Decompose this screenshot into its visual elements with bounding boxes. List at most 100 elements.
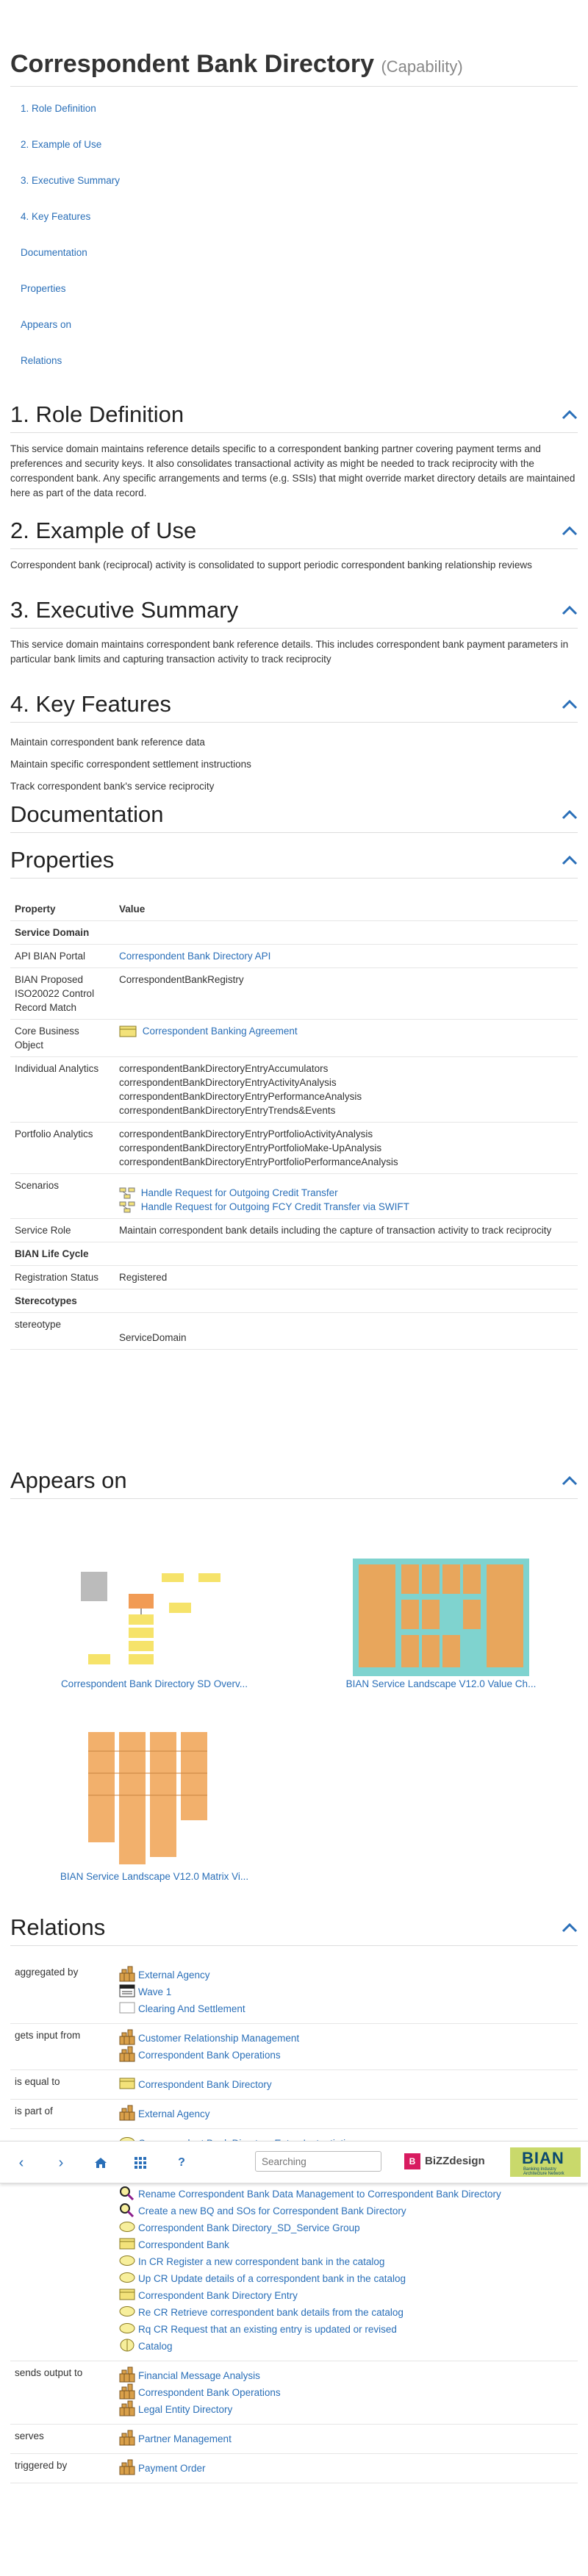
- relation-link[interactable]: Correspondent Bank Directory_SD_Service …: [138, 2222, 360, 2233]
- collapse-chevron-icon[interactable]: [562, 526, 578, 536]
- magnifier-icon: [119, 2203, 135, 2219]
- relation-link[interactable]: Correspondent Bank Operations: [138, 2387, 281, 2398]
- toc-link-documentation[interactable]: Documentation: [21, 247, 87, 258]
- section-heading: Properties: [10, 847, 115, 873]
- relation-item[interactable]: Correspondent Bank Operations: [119, 2046, 573, 2064]
- collapse-chevron-icon[interactable]: [562, 409, 578, 420]
- collapse-chevron-icon[interactable]: [562, 1475, 578, 1486]
- relation-item[interactable]: Catalog: [119, 2338, 573, 2355]
- relation-link[interactable]: Financial Message Analysis: [138, 2370, 260, 2381]
- toc-link-example-of-use[interactable]: 2. Example of Use: [21, 139, 101, 150]
- relation-item[interactable]: External Agency: [119, 2105, 573, 2122]
- relation-item[interactable]: Financial Message Analysis: [119, 2366, 573, 2384]
- relation-link[interactable]: External Agency: [138, 2108, 210, 2119]
- relation-link[interactable]: Correspondent Bank Directory Entry: [138, 2290, 298, 2301]
- home-icon[interactable]: [93, 2155, 109, 2171]
- relation-item[interactable]: Re CR Retrieve correspondent bank detail…: [119, 2304, 573, 2321]
- section-header-documentation: Documentation: [10, 801, 578, 833]
- toc-link-key-features[interactable]: 4. Key Features: [21, 211, 90, 222]
- relation-item[interactable]: Payment Order: [119, 2459, 573, 2477]
- relation-item[interactable]: Customer Relationship Management: [119, 2029, 573, 2047]
- oval-icon: [119, 2255, 135, 2269]
- diagram-thumbnail[interactable]: Correspondent Bank Directory SD Overv...: [44, 1566, 265, 1689]
- relation-item[interactable]: Correspondent Bank Directory Entry: [119, 2287, 573, 2304]
- toc-link-appears-on[interactable]: Appears on: [21, 319, 71, 330]
- relation-link[interactable]: Customer Relationship Management: [138, 2033, 299, 2044]
- relation-link[interactable]: Correspondent Bank: [138, 2239, 229, 2250]
- help-icon[interactable]: ?: [173, 2155, 190, 2171]
- key-feature-item: Track correspondent bank's service recip…: [10, 781, 215, 792]
- relation-item[interactable]: Correspondent Bank Operations: [119, 2383, 573, 2401]
- relation-link[interactable]: Catalog: [138, 2341, 173, 2352]
- section-heading: 4. Key Features: [10, 691, 171, 717]
- toc-link-role-definition[interactable]: 1. Role Definition: [21, 103, 96, 114]
- toc-link-properties[interactable]: Properties: [21, 283, 66, 294]
- collapse-chevron-icon[interactable]: [562, 1922, 578, 1933]
- relation-link[interactable]: Clearing And Settlement: [138, 2003, 245, 2014]
- relation-link[interactable]: Rq CR Request that an existing entry is …: [138, 2324, 397, 2335]
- bizzdesign-logo[interactable]: B BiZZdesign: [404, 2153, 485, 2169]
- collapse-chevron-icon[interactable]: [562, 809, 578, 820]
- collapse-chevron-icon[interactable]: [562, 605, 578, 615]
- scenario-link[interactable]: Handle Request for Outgoing Credit Trans…: [141, 1187, 338, 1198]
- diagram-caption[interactable]: Correspondent Bank Directory SD Overv...: [61, 1678, 248, 1689]
- diagram-caption[interactable]: BIAN Service Landscape V12.0 Matrix Vi..…: [60, 1871, 248, 1882]
- toc-link-executive-summary[interactable]: 3. Executive Summary: [21, 175, 120, 186]
- bian-logo[interactable]: BIAN Banking Industry Architecture Netwo…: [510, 2147, 581, 2177]
- section-header-role-definition: 1. Role Definition: [10, 401, 578, 433]
- relations-table: aggregated by External Agency Wave 1 Cleari…: [10, 1961, 578, 2483]
- relation-link[interactable]: Rename Correspondent Bank Data Managemen…: [138, 2189, 501, 2200]
- business-object-icon: [119, 1026, 137, 1037]
- relation-item[interactable]: Rename Correspondent Bank Data Managemen…: [119, 2186, 573, 2203]
- blank-icon: [119, 2002, 135, 2016]
- relation-item[interactable]: Correspondent Bank Directory_SD_Service …: [119, 2219, 573, 2236]
- back-arrow-icon[interactable]: ‹: [13, 2155, 29, 2171]
- collapse-chevron-icon[interactable]: [562, 699, 578, 709]
- relation-item[interactable]: Wave 1: [119, 1983, 573, 2000]
- collapse-chevron-icon[interactable]: [562, 855, 578, 865]
- object-icon: [119, 2238, 135, 2252]
- scenario-link[interactable]: Handle Request for Outgoing FCY Credit T…: [141, 1201, 409, 1212]
- oval-icon: [119, 2221, 135, 2235]
- relation-link[interactable]: Re CR Retrieve correspondent bank detail…: [138, 2307, 404, 2318]
- relation-link[interactable]: Partner Management: [138, 2433, 232, 2444]
- relation-item[interactable]: External Agency: [119, 1966, 573, 1983]
- table-of-contents: 1. Role Definition 2. Example of Use 3. …: [21, 103, 578, 391]
- key-feature-item: Maintain correspondent bank reference da…: [10, 737, 205, 748]
- relation-link[interactable]: In CR Register a new correspondent bank …: [138, 2256, 384, 2267]
- relation-item[interactable]: Rq CR Request that an existing entry is …: [119, 2321, 573, 2338]
- diagram-thumbnail[interactable]: BIAN Service Landscape V12.0 Matrix Vi..…: [44, 1729, 265, 1882]
- forward-arrow-icon[interactable]: ›: [53, 2155, 69, 2171]
- relation-item[interactable]: Create a new BQ and SOs for Corresponden…: [119, 2203, 573, 2219]
- bian-logo-text: BIAN: [522, 2149, 564, 2167]
- relation-item[interactable]: Legal Entity Directory: [119, 2400, 573, 2418]
- analytics-value: correspondentBankDirectoryEntryPortfolio…: [119, 1142, 382, 1153]
- relation-item[interactable]: In CR Register a new correspondent bank …: [119, 2253, 573, 2270]
- relation-link[interactable]: Payment Order: [138, 2463, 206, 2474]
- relation-item[interactable]: Clearing And Settlement: [119, 2000, 573, 2017]
- relation-item[interactable]: Up CR Update details of a correspondent …: [119, 2270, 573, 2287]
- relation-link[interactable]: Create a new BQ and SOs for Corresponden…: [138, 2205, 406, 2217]
- search-input[interactable]: [255, 2151, 381, 2172]
- core-business-object-link[interactable]: Correspondent Banking Agreement: [143, 1026, 298, 1037]
- relation-link[interactable]: Correspondent Bank Directory: [138, 2079, 272, 2090]
- relation-item[interactable]: Correspondent Bank: [119, 2236, 573, 2253]
- relation-link[interactable]: Wave 1: [138, 1986, 171, 1997]
- properties-table: Property Value Service Domain API BIAN P…: [10, 898, 578, 1350]
- relation-link[interactable]: External Agency: [138, 1969, 210, 1981]
- toc-link-relations[interactable]: Relations: [21, 355, 62, 366]
- diagram-thumbnail[interactable]: BIAN Service Landscape V12.0 Value Ch...: [331, 1559, 551, 1689]
- relation-link[interactable]: Correspondent Bank Operations: [138, 2050, 281, 2061]
- section-heading: Documentation: [10, 801, 164, 827]
- api-portal-link[interactable]: Correspondent Bank Directory API: [119, 951, 270, 962]
- relation-link[interactable]: Legal Entity Directory: [138, 2404, 232, 2415]
- catalog-icon: [119, 2339, 135, 2354]
- section-header-executive-summary: 3. Executive Summary: [10, 597, 578, 629]
- relation-link[interactable]: Up CR Update details of a correspondent …: [138, 2273, 406, 2284]
- diagram-caption[interactable]: BIAN Service Landscape V12.0 Value Ch...: [346, 1678, 537, 1689]
- grid-icon[interactable]: [132, 2155, 148, 2171]
- oval-icon: [119, 2305, 135, 2319]
- property-value: CorrespondentBankRegistry: [115, 967, 578, 1020]
- relation-item[interactable]: Correspondent Bank Directory: [119, 2076, 573, 2093]
- relation-item[interactable]: Partner Management: [119, 2430, 573, 2447]
